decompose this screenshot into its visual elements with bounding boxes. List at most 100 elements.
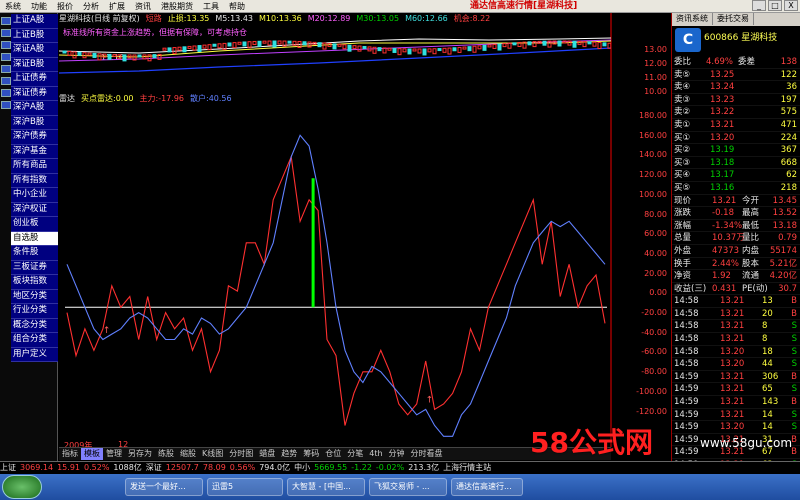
chart-tab[interactable]: K线图 — [199, 448, 226, 460]
close-button[interactable]: X — [784, 0, 798, 11]
minimize-button[interactable]: _ — [752, 0, 766, 11]
order-level-label: 买③ — [674, 157, 691, 168]
zx-index-label: 中小 — [294, 463, 311, 472]
chart-tab[interactable]: 4th — [366, 448, 385, 460]
sidebar-item[interactable]: 三板证券 — [11, 260, 58, 275]
candle — [492, 43, 497, 49]
stat-label: 最低 — [742, 220, 760, 231]
order-price[interactable]: 13.17 — [710, 169, 734, 182]
order-price[interactable]: 13.16 — [710, 182, 734, 195]
menu-tools[interactable]: 工具 — [198, 0, 224, 12]
menu-analysis[interactable]: 分析 — [78, 0, 104, 12]
toolbar-icon[interactable] — [1, 89, 11, 97]
chart-tab[interactable]: 管理 — [103, 448, 125, 460]
chart-tab[interactable]: 缩股 — [177, 448, 199, 460]
order-level-label: 买① — [674, 132, 691, 143]
menu-quote[interactable]: 报价 — [52, 0, 78, 12]
maximize-button[interactable]: □ — [768, 0, 782, 11]
taskbar-item[interactable]: 通达信高速行... — [451, 478, 523, 496]
chart-tab[interactable]: 分时图 — [226, 448, 256, 460]
sidebar-item[interactable]: 上证债券 — [11, 72, 58, 87]
sz-index-value: 12507.7 — [165, 463, 199, 472]
chart-tab[interactable]: 模板 — [81, 448, 103, 460]
tick-volume: 143 — [762, 397, 779, 408]
toolbar-icon[interactable] — [1, 17, 11, 25]
toolbar-icon[interactable] — [1, 53, 11, 61]
order-price[interactable]: 13.23 — [710, 94, 734, 107]
tab-info-system[interactable]: 资讯系统 — [672, 13, 713, 25]
sidebar-item[interactable]: 中小企业 — [11, 188, 58, 203]
stat-value: 30.7 — [778, 283, 797, 294]
chart-tab[interactable]: 筹码 — [300, 448, 322, 460]
order-price[interactable]: 13.20 — [710, 132, 734, 145]
taskbar-item[interactable]: 飞狐交易师 - ... — [369, 478, 447, 496]
sidebar-item[interactable]: 深证A股 — [11, 43, 58, 58]
sidebar-item[interactable]: 上证B股 — [11, 28, 58, 43]
sidebar-item[interactable]: 概念分类 — [11, 318, 58, 333]
sidebar-item[interactable]: 深证B股 — [11, 57, 58, 72]
chart-tab[interactable]: 蜡盘 — [256, 448, 278, 460]
order-price[interactable]: 13.25 — [710, 69, 734, 82]
candle — [332, 43, 337, 50]
tick-time: 14:59 — [674, 371, 699, 382]
menu-hk-futures[interactable]: 港股期货 — [156, 0, 198, 12]
order-price[interactable]: 13.24 — [710, 81, 734, 94]
toolbar-icon[interactable] — [1, 101, 11, 109]
tab-trade[interactable]: 委托交易 — [713, 13, 754, 25]
sidebar-item[interactable]: 板块指数 — [11, 275, 58, 290]
chart-tab[interactable]: 分时看盘 — [408, 448, 446, 460]
stat-label: 总量 — [674, 233, 692, 244]
menu-system[interactable]: 系统 — [0, 0, 26, 12]
candle — [467, 46, 472, 52]
tick-side: S — [791, 409, 797, 420]
menu-function[interactable]: 功能 — [26, 0, 52, 12]
ma5-label: M5:13.43 — [215, 14, 253, 23]
taskbar-item[interactable]: 发送一个最好... — [125, 478, 203, 496]
taskbar-item[interactable]: 大智慧 - [中国... — [287, 478, 365, 496]
chart-tab[interactable]: 分笔 — [344, 448, 366, 460]
sidebar-item[interactable]: 所有指数 — [11, 173, 58, 188]
menu-help[interactable]: 帮助 — [224, 0, 250, 12]
taskbar-item[interactable]: 迅雷5 — [207, 478, 283, 496]
chart-tab[interactable]: 分钟 — [386, 448, 408, 460]
sidebar-item[interactable]: 深证债券 — [11, 86, 58, 101]
candle — [112, 54, 117, 58]
sidebar-item[interactable]: 创业板 — [11, 217, 58, 232]
toolbar-icon[interactable] — [1, 65, 11, 73]
chart-tab[interactable]: 仓位 — [322, 448, 344, 460]
tick-volume: 8 — [762, 321, 768, 332]
sidebar-item[interactable]: 自选股 — [11, 231, 58, 246]
sidebar-item[interactable]: 深沪基金 — [11, 144, 58, 159]
candle — [577, 40, 582, 45]
tick-row: 14:59 13.21 14 S — [672, 409, 800, 422]
sidebar-item[interactable]: 所有商品 — [11, 159, 58, 174]
stat-label: 涨跌 — [674, 208, 692, 219]
sidebar-item[interactable]: 组合分类 — [11, 333, 58, 348]
order-price[interactable]: 13.19 — [710, 144, 734, 157]
chart-tab[interactable]: 指标 — [59, 448, 81, 460]
order-price[interactable]: 13.18 — [710, 157, 734, 170]
toolbar-icon[interactable] — [1, 29, 11, 37]
chart-tab[interactable]: 另存为 — [125, 448, 155, 460]
sidebar-item[interactable]: 深沪权证 — [11, 202, 58, 217]
sidebar-item[interactable]: 上证A股 — [11, 14, 58, 29]
toolbar-icon[interactable] — [1, 41, 11, 49]
chart-tab[interactable]: 趋势 — [278, 448, 300, 460]
sidebar-item[interactable]: 条件股 — [11, 246, 58, 261]
sidebar-item[interactable]: 深沪B股 — [11, 115, 58, 130]
start-button[interactable] — [2, 475, 42, 499]
chart-area[interactable]: 星湖科技(日线 前复权) 短路 止损:13.35 M5:13.43 M10:13.36 M… — [59, 13, 611, 447]
order-price[interactable]: 13.22 — [710, 106, 734, 119]
sidebar-item[interactable]: 行业分类 — [11, 304, 58, 319]
sidebar-item[interactable]: 用户定义 — [11, 347, 58, 362]
tick-row: 14:59 13.20 14 S — [672, 421, 800, 434]
sidebar-item[interactable]: 深沪债券 — [11, 130, 58, 145]
chart-tab[interactable]: 练股 — [155, 448, 177, 460]
order-price[interactable]: 13.21 — [710, 119, 734, 132]
stat-value: 10.37万 — [712, 233, 745, 244]
menu-extend[interactable]: 扩展 — [104, 0, 130, 12]
sidebar-item[interactable]: 深沪A股 — [11, 101, 58, 116]
toolbar-icon[interactable] — [1, 77, 11, 85]
sidebar-item[interactable]: 地区分类 — [11, 289, 58, 304]
menu-info[interactable]: 资讯 — [130, 0, 156, 12]
